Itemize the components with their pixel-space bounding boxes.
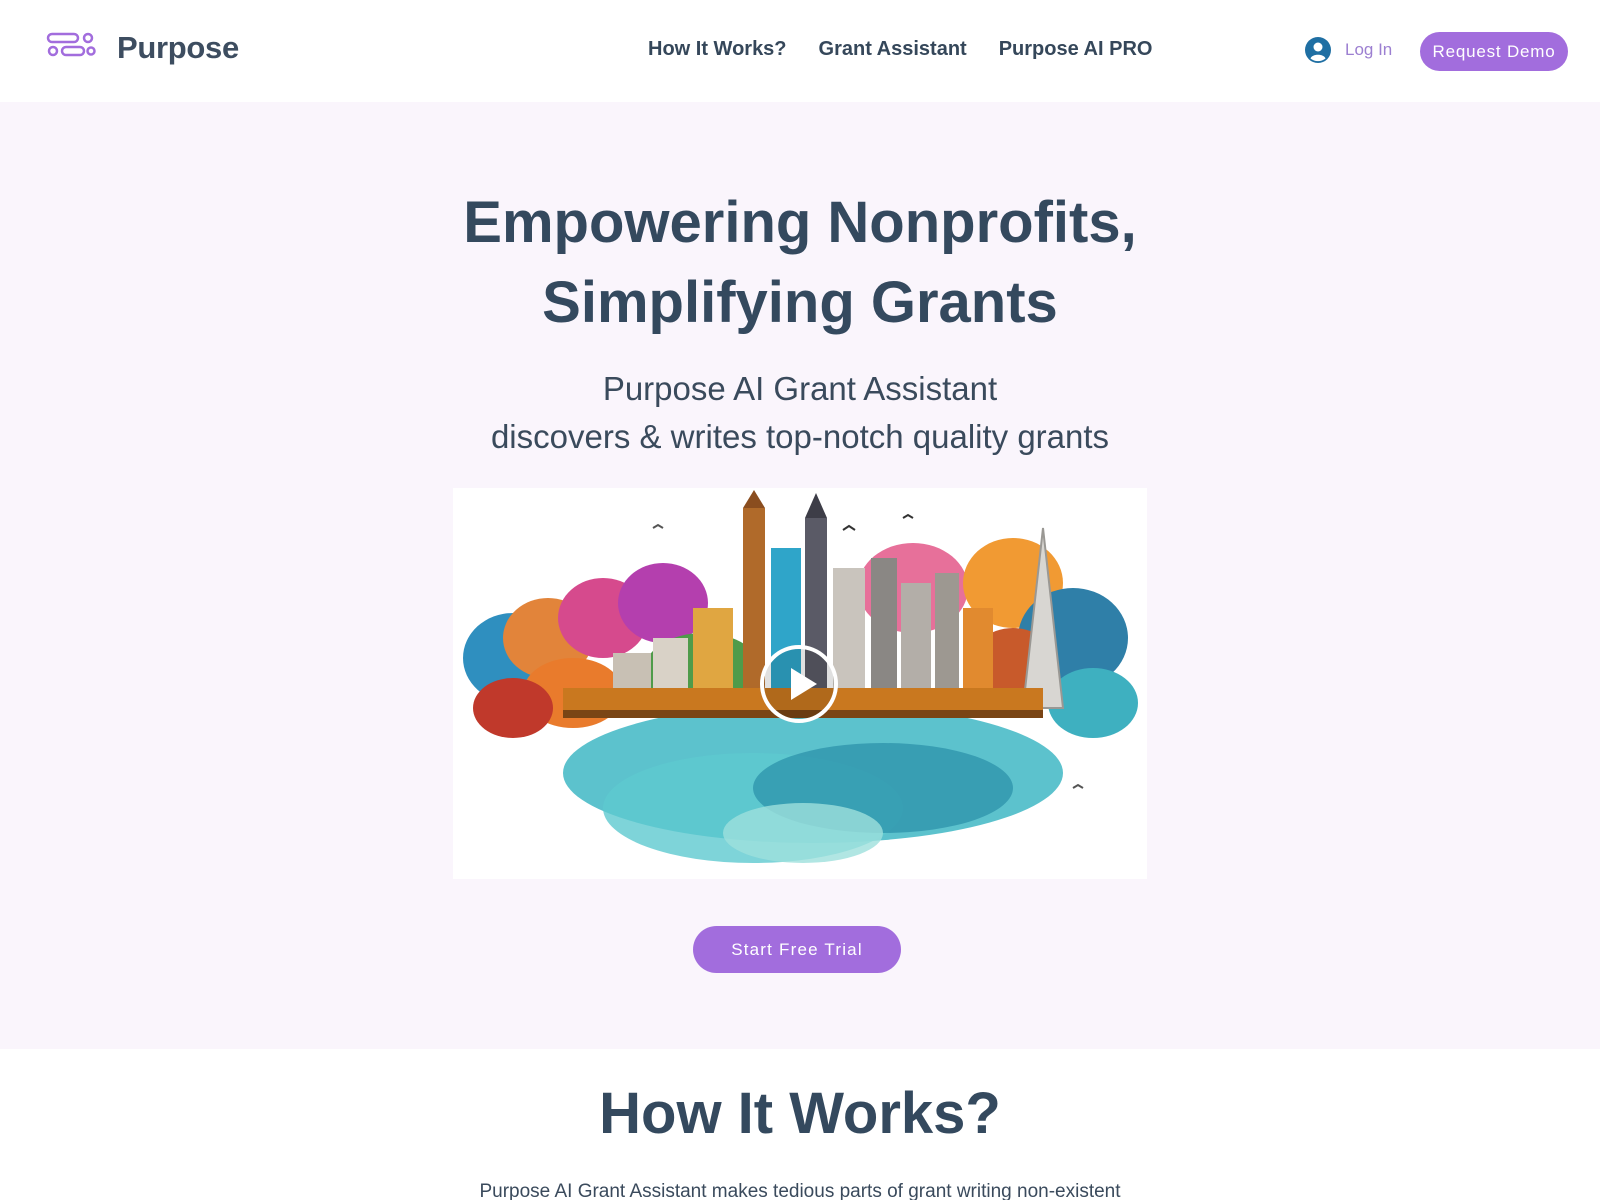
nav-how-it-works[interactable]: How It Works? (648, 38, 787, 61)
start-free-trial-button[interactable]: Start Free Trial (693, 926, 901, 973)
hero-section: Empowering Nonprofits, Simplifying Grant… (0, 102, 1600, 1049)
hero-video[interactable] (453, 488, 1147, 879)
hero-subheading-line2: discovers & writes top-notch quality gra… (490, 418, 1110, 455)
brand-name[interactable]: Purpose (117, 30, 239, 66)
login-link[interactable]: Log In (1305, 37, 1392, 63)
logo[interactable] (46, 30, 96, 60)
how-it-works-title: How It Works? (599, 1081, 1001, 1146)
hero-subheading-line1: Purpose AI Grant Assistant (602, 370, 998, 407)
request-demo-button[interactable]: Request Demo (1420, 32, 1568, 71)
play-icon[interactable] (759, 644, 839, 724)
purpose-logo-icon (46, 32, 96, 57)
hero-headline-line1: Empowering Nonprofits, (463, 190, 1137, 255)
nav-grant-assistant[interactable]: Grant Assistant (819, 38, 967, 61)
hero-headline-line2: Simplifying Grants (542, 270, 1058, 335)
login-label: Log In (1345, 40, 1393, 59)
user-avatar-icon (1305, 37, 1331, 63)
site-header: Purpose How It Works? Grant Assistant Pu… (0, 0, 1600, 102)
main-nav: How It Works? Grant Assistant Purpose AI… (648, 38, 1152, 61)
how-it-works-description: Purpose AI Grant Assistant makes tedious… (479, 1181, 1121, 1200)
nav-purpose-ai-pro[interactable]: Purpose AI PRO (999, 38, 1153, 61)
